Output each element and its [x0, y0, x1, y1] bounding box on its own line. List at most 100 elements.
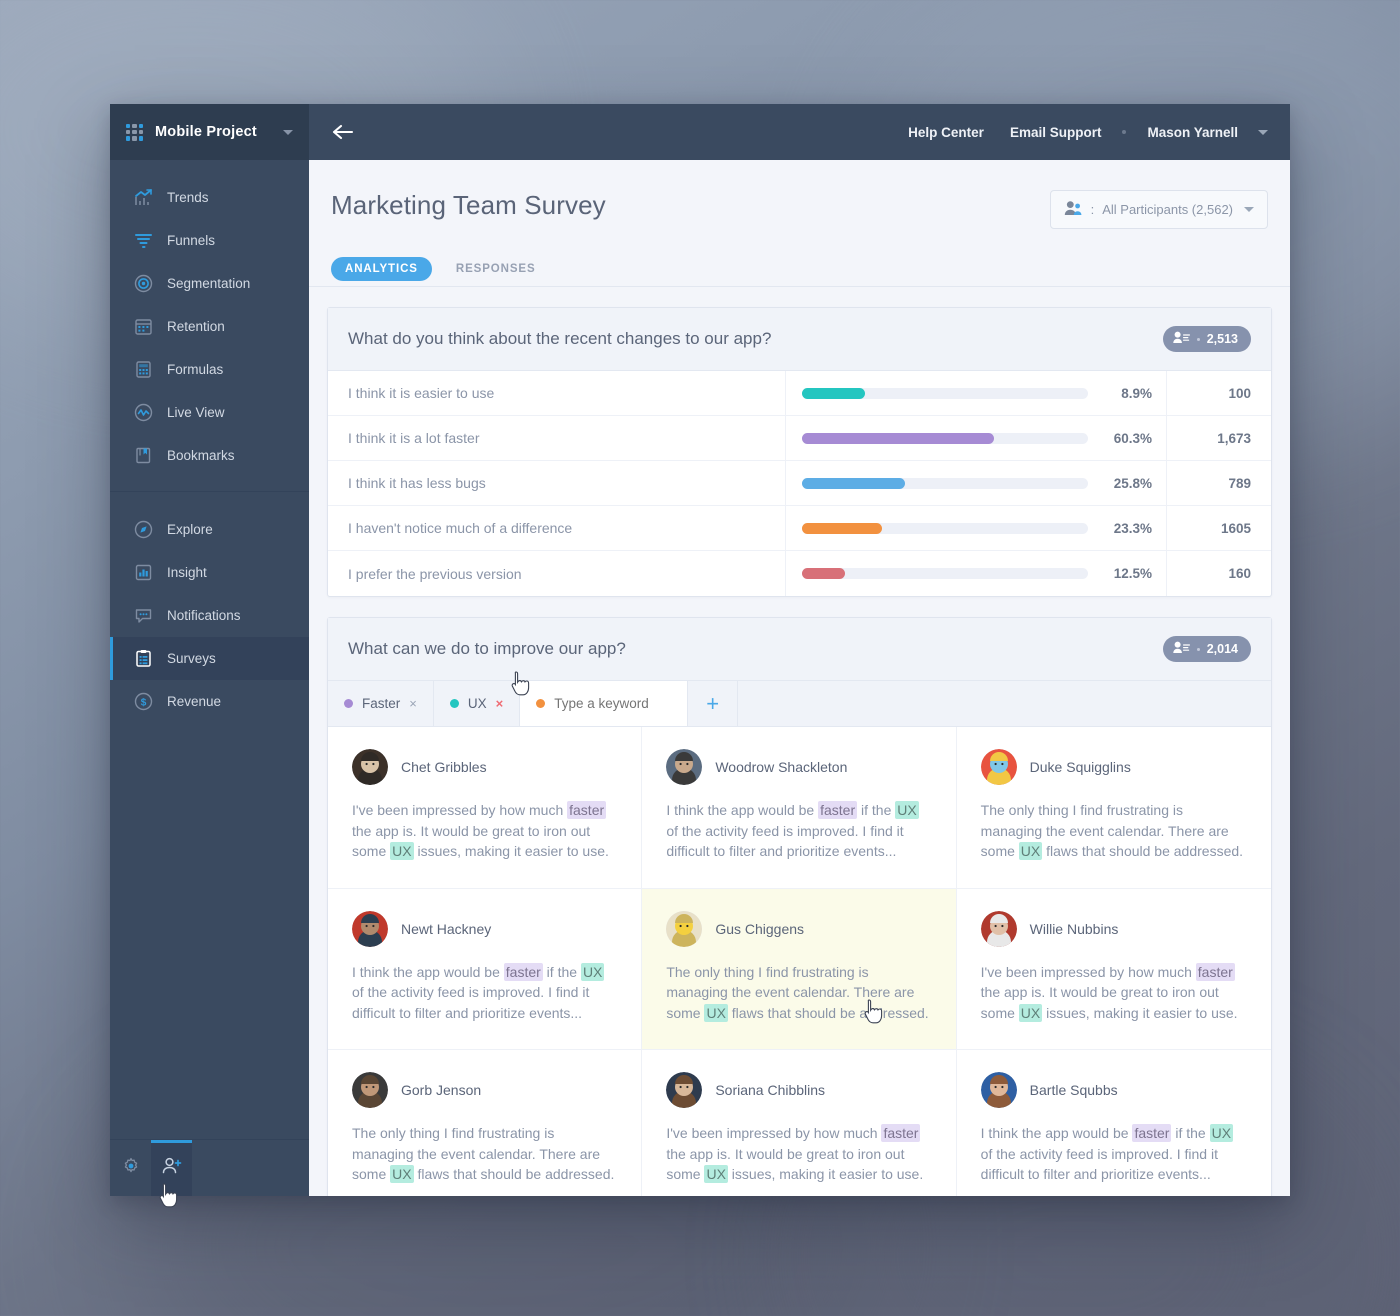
sidebar-item-explore[interactable]: Explore	[110, 508, 309, 551]
back-arrow-icon[interactable]	[331, 122, 357, 142]
response-card[interactable]: Newt Hackney I think the app would be fas…	[328, 888, 643, 1050]
sidebar-item-label: Formulas	[167, 362, 224, 377]
question-title: What can we do to improve our app?	[348, 639, 626, 658]
chevron-down-icon[interactable]	[1258, 129, 1268, 135]
keyword-input-wrapper[interactable]	[520, 681, 689, 726]
respondent-name: Willie Nubbins	[1029, 920, 1119, 937]
response-text: I think the app would be faster if the U…	[980, 1124, 1234, 1182]
sidebar-item-funnels[interactable]: Funnels	[110, 219, 309, 262]
question-card-improve: What can we do to improve our app? 2,014…	[327, 617, 1272, 1196]
response-header: Woodrow Shackleton	[666, 749, 931, 785]
sidebar-item-segmentation[interactable]: Segmentation	[110, 262, 309, 305]
bar-row: I think it has less bugs 25.8% 789	[328, 461, 1271, 506]
remove-keyword-icon[interactable]: ×	[496, 696, 504, 711]
keyword-highlight: faster	[818, 801, 858, 819]
response-card[interactable]: Soriana Chibblins I've been impressed by …	[642, 1050, 957, 1196]
response-text: The only thing I find frustrating is man…	[666, 963, 929, 1022]
content-area: What do you think about the recent chang…	[309, 287, 1290, 1196]
response-header: Bartle Squbbs	[980, 1072, 1247, 1108]
response-header: Soriana Chibblins	[666, 1072, 931, 1108]
keyword-chip[interactable]: Faster ×	[328, 681, 434, 726]
response-text: I've been impressed by how much faster t…	[666, 1124, 924, 1183]
top-bar: Help Center Email Support Mason Yarnell	[309, 104, 1290, 160]
response-card[interactable]: Gus Chiggens The only thing I find frustr…	[642, 888, 957, 1050]
add-user-button[interactable]	[151, 1140, 192, 1196]
keyword-highlight: faster	[503, 962, 543, 981]
response-card[interactable]: Duke Squigglins The only thing I find fru…	[956, 727, 1271, 889]
grid-icon	[126, 123, 143, 141]
settings-button[interactable]	[110, 1140, 151, 1196]
add-user-icon	[161, 1156, 183, 1181]
respondents-icon	[1173, 641, 1190, 657]
keyword-label: Faster	[362, 696, 401, 711]
sidebar-item-label: Explore	[167, 522, 213, 537]
sidebar-item-surveys[interactable]: Surveys	[110, 637, 309, 680]
sidebar-group-tools: Explore Insight Notifications Surveys $ …	[110, 491, 309, 737]
bar-count: 1605	[1220, 520, 1251, 536]
remove-keyword-icon[interactable]: ×	[409, 696, 417, 711]
participants-filter[interactable]: : All Participants (2,562)	[1049, 190, 1268, 229]
keyword-highlight: UX	[390, 842, 414, 860]
bar-label: I think it is easier to use	[328, 371, 786, 415]
participants-label: All Participants (2,562)	[1102, 202, 1233, 217]
badge-separator	[1196, 337, 1200, 341]
response-header: Newt Hackney	[352, 910, 617, 947]
response-header: Gorb Jenson	[352, 1072, 617, 1108]
card-header: What do you think about the recent chang…	[328, 308, 1271, 371]
bar-track	[802, 522, 1088, 534]
response-card[interactable]: Willie Nubbins I've been impressed by how…	[956, 889, 1271, 1050]
keyword-input[interactable]	[554, 696, 672, 711]
response-card[interactable]: Bartle Squbbs I think the app would be fa…	[957, 1050, 1271, 1196]
sidebar-item-retention[interactable]: Retention	[110, 305, 309, 348]
bar-cell: 60.3%	[786, 416, 1167, 460]
sidebar-item-notifications[interactable]: Notifications	[110, 594, 309, 637]
sidebar-item-formulas[interactable]: Formulas	[110, 348, 309, 391]
sidebar-item-revenue[interactable]: $ Revenue	[110, 680, 309, 723]
response-card[interactable]: Chet Gribbles I've been impressed by how …	[328, 727, 643, 889]
retention-icon	[134, 317, 153, 336]
bar-cell: 12.5%	[786, 551, 1167, 596]
bar-fill	[802, 477, 905, 489]
sidebar-item-live-view[interactable]: Live View	[110, 391, 309, 434]
bar-count: 160	[1228, 566, 1251, 581]
user-menu[interactable]: Mason Yarnell	[1134, 125, 1251, 140]
avatar	[352, 1072, 388, 1108]
live-view-icon	[134, 403, 153, 422]
responses-grid: Chet Gribbles I've been impressed by how …	[328, 727, 1271, 1196]
sidebar-item-trends[interactable]: Trends	[110, 176, 309, 219]
bar-label: I prefer the previous version	[328, 551, 786, 596]
keyword-highlight: faster	[567, 801, 607, 819]
bar-cell: 23.3%	[786, 506, 1167, 550]
add-keyword-button[interactable]: +	[688, 681, 739, 726]
respondent-name: Gus Chiggens	[715, 920, 805, 937]
keyword-color-dot	[536, 699, 546, 708]
sidebar-item-bookmarks[interactable]: Bookmarks	[110, 434, 309, 477]
keyword-chip[interactable]: UX ×	[434, 681, 521, 726]
tab-analytics[interactable]: ANALYTICS	[331, 256, 432, 281]
response-card[interactable]: Woodrow Shackleton I think the app would …	[642, 727, 957, 889]
bar-percent: 25.8%	[1113, 475, 1152, 491]
bar-count: 1,673	[1217, 430, 1251, 446]
bar-percent: 23.3%	[1113, 520, 1152, 536]
response-card[interactable]: Gorb Jenson The only thing I find frustra…	[328, 1050, 643, 1196]
bar-track	[802, 432, 1088, 444]
formulas-icon	[134, 360, 153, 379]
top-nav: Help Center Email Support Mason Yarnell	[895, 125, 1268, 140]
response-header: Gus Chiggens	[666, 910, 931, 947]
response-text: The only thing I find frustrating is man…	[352, 1125, 615, 1183]
sidebar-item-label: Notifications	[167, 608, 241, 623]
email-support-link[interactable]: Email Support	[997, 125, 1115, 140]
sidebar-item-label: Insight	[167, 565, 207, 580]
tab-responses[interactable]: RESPONSES	[442, 257, 550, 281]
keyword-highlight: faster	[881, 1124, 921, 1142]
project-switcher[interactable]: Mobile Project	[110, 104, 309, 160]
bar-cell: 8.9%	[786, 371, 1167, 415]
sidebar-item-label: Trends	[167, 190, 209, 205]
sidebar-item-insight[interactable]: Insight	[110, 551, 309, 594]
bar-row: I think it is a lot faster 60.3% 1,673	[328, 416, 1271, 461]
funnel-icon	[134, 231, 153, 250]
avatar	[352, 910, 388, 947]
bar-track	[802, 477, 1088, 489]
help-center-link[interactable]: Help Center	[895, 125, 997, 140]
